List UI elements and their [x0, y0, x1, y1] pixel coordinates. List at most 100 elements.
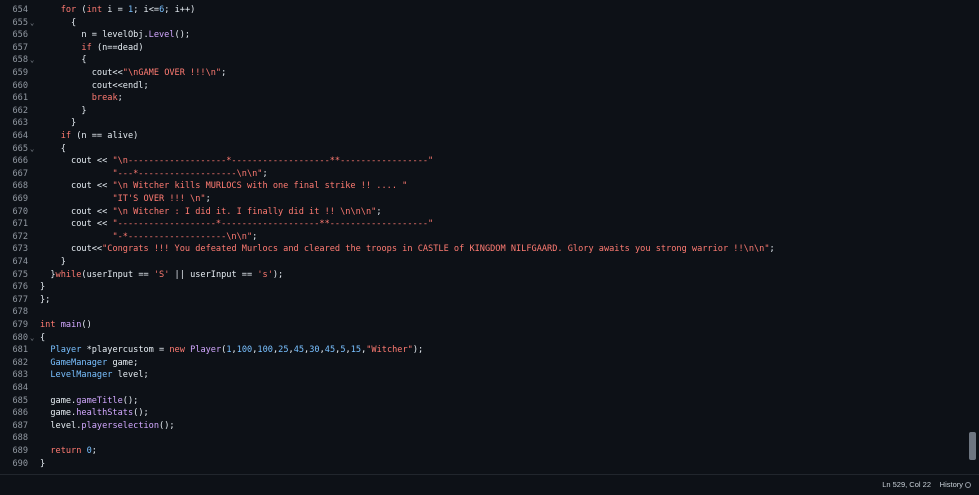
code-token: playerselection — [81, 420, 160, 431]
line-number: 662 — [12, 105, 28, 116]
line-number: 675 — [12, 269, 28, 280]
code-line[interactable]: 656 n = levelObj.Level(); — [0, 29, 965, 42]
code-line[interactable]: 677}; — [0, 294, 965, 307]
code-token: break — [91, 93, 118, 104]
code-token: cout << — [40, 219, 113, 230]
code-token: int — [40, 320, 56, 330]
line-number: 661 — [12, 93, 28, 104]
code-line[interactable]: 672 "-*-------------------\n\n"; — [0, 231, 965, 244]
code-line[interactable]: 662 } — [0, 105, 965, 118]
scrollbar-thumb[interactable] — [969, 432, 976, 460]
code-line[interactable]: 690} — [0, 458, 965, 471]
line-number: 689 — [12, 446, 28, 456]
code-token: 15 — [350, 345, 362, 356]
line-number: 687 — [12, 420, 28, 431]
line-number: 682 — [12, 357, 28, 368]
history-button[interactable]: History — [940, 480, 971, 489]
line-number: 673 — [12, 244, 28, 255]
code-text: break; — [40, 92, 123, 105]
line-number: 666 — [12, 156, 28, 167]
chevron-down-icon[interactable]: ⌄ — [30, 17, 38, 30]
code-token: game. — [40, 395, 77, 406]
code-line[interactable]: 680 ⌄{ — [0, 332, 965, 345]
line-number: 688 — [12, 433, 28, 444]
code-line[interactable]: 679 int main() — [0, 319, 965, 332]
code-token: { — [40, 17, 77, 28]
code-text: } — [40, 281, 45, 294]
code-text: cout << "-------------------*-----------… — [40, 218, 433, 231]
code-line[interactable]: 673 cout<<"Congrats !!! You defeated Mur… — [0, 243, 965, 256]
vertical-scrollbar[interactable] — [967, 0, 977, 474]
line-number: 670 — [12, 206, 28, 217]
code-editor[interactable]: 654 for (int i = 1; i<=6; i++) 655 ⌄ {656 … — [0, 0, 979, 474]
chevron-down-icon[interactable]: ⌄ — [30, 54, 38, 67]
code-line[interactable]: 655 ⌄ { — [0, 17, 965, 30]
code-line[interactable]: 675 }while(userInput == 'S' || userInput… — [0, 269, 965, 282]
code-line[interactable]: 688 — [0, 432, 965, 445]
cursor-position[interactable]: Ln 529, Col 22 — [882, 480, 931, 489]
code-line[interactable]: 678 — [0, 306, 965, 319]
code-line[interactable]: 666 cout << "\n-------------------*-----… — [0, 155, 965, 168]
code-line[interactable]: 681 Player *playercustom = new Player(1,… — [0, 344, 965, 357]
code-line[interactable]: 674 } — [0, 256, 965, 269]
code-token: cout<<endl; — [40, 80, 149, 91]
code-line[interactable]: 689 return 0; — [0, 445, 965, 458]
code-token: ; — [205, 194, 211, 204]
code-line[interactable]: 684 — [0, 382, 965, 395]
code-token: ; — [262, 168, 268, 179]
code-token: (n == alive) — [71, 131, 139, 141]
code-line[interactable]: 670 cout << "\n Witcher : I did it. I fi… — [0, 206, 965, 219]
code-line[interactable]: 683 LevelManager level; — [0, 369, 965, 382]
code-line[interactable]: 685 game.gameTitle(); — [0, 395, 965, 408]
code-line[interactable]: 663 } — [0, 117, 965, 130]
code-token: || userInput == — [169, 269, 258, 280]
code-token: { — [40, 332, 46, 343]
code-token: 45 — [324, 345, 336, 356]
code-line[interactable]: 669 "IT'S OVER !!! \n"; — [0, 193, 965, 206]
code-line[interactable]: 657 if (n==dead) — [0, 42, 965, 55]
line-number: 665 — [12, 143, 28, 154]
chevron-down-icon[interactable]: ⌄ — [30, 143, 38, 156]
code-line[interactable]: 658 ⌄ { — [0, 54, 965, 67]
code-line[interactable]: 676} — [0, 281, 965, 294]
code-line[interactable]: 665 ⌄ { — [0, 143, 965, 156]
chevron-down-icon[interactable]: ⌄ — [30, 332, 38, 345]
code-text: } — [40, 117, 76, 130]
code-token: "IT'S OVER !!! \n" — [112, 194, 206, 204]
code-line[interactable]: 687 level.playerselection(); — [0, 420, 965, 433]
code-token: { — [40, 55, 87, 66]
line-number: 676 — [12, 282, 28, 293]
code-token: "-------------------*-------------------… — [112, 219, 434, 230]
code-line[interactable]: 654 for (int i = 1; i<=6; i++) — [0, 4, 965, 17]
code-token: (); — [122, 395, 139, 406]
code-token: ; i++) — [164, 5, 196, 15]
code-token: int — [86, 5, 103, 15]
code-line[interactable]: 671 cout << "-------------------*-------… — [0, 218, 965, 231]
code-token: "\nGAME OVER !!!\n" — [122, 68, 222, 78]
code-token: ; — [221, 68, 227, 78]
code-line[interactable]: 667 "---*-------------------\n\n"; — [0, 168, 965, 181]
code-line[interactable]: 660 cout<<endl; — [0, 80, 965, 93]
code-text: } — [40, 256, 66, 269]
code-token: healthStats — [76, 408, 134, 419]
code-text: "-*-------------------\n\n"; — [40, 231, 257, 244]
code-line[interactable]: 664 if (n == alive) — [0, 130, 965, 143]
code-line[interactable]: 682 GameManager game; — [0, 357, 965, 370]
line-number: 681 — [12, 345, 28, 356]
code-line[interactable]: 661 break; — [0, 92, 965, 105]
code-line[interactable]: 686 game.healthStats(); — [0, 407, 965, 420]
line-number: 660 — [12, 80, 28, 91]
code-line[interactable]: 668 cout << "\n Witcher kills MURLOCS wi… — [0, 180, 965, 193]
code-token: { — [40, 143, 66, 154]
code-line[interactable]: 659 cout<<"\nGAME OVER !!!\n"; — [0, 67, 965, 80]
code-token: cout << — [40, 156, 113, 167]
line-number: 683 — [12, 370, 28, 381]
